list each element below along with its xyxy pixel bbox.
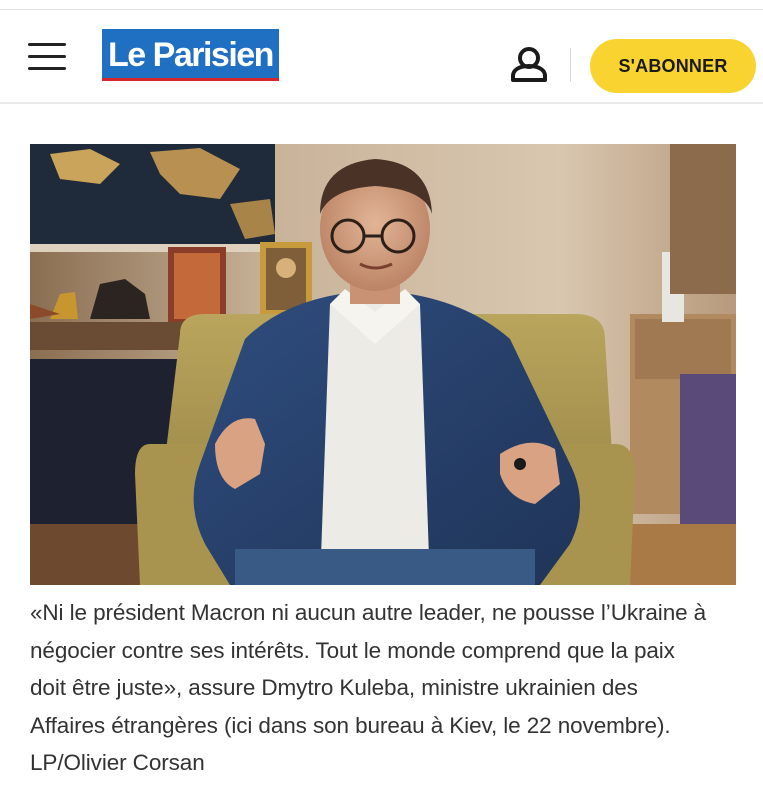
site-logo[interactable]: Le Parisien — [102, 29, 279, 81]
user-icon[interactable] — [508, 46, 550, 84]
menu-bar-line — [28, 67, 66, 70]
logo-text: Le Parisien — [108, 36, 274, 74]
caption-line: «Ni le président Macron ni aucun autre l… — [30, 600, 707, 625]
caption-line: doit être juste», assure Dmytro Kuleba, … — [30, 675, 638, 700]
article-page: Le Parisien S'ABONNER «Ni le président M… — [0, 0, 763, 800]
header-divider-line — [0, 102, 763, 104]
photo-caption: «Ni le président Macron ni aucun autre l… — [30, 594, 748, 782]
subscribe-button[interactable]: S'ABONNER — [590, 39, 756, 93]
menu-bar-line — [28, 55, 66, 58]
caption-line: négocier contre ses intérêts. Tout le mo… — [30, 637, 675, 663]
photo-credit: LP/Olivier Corsan — [30, 750, 205, 775]
site-header: Le Parisien S'ABONNER — [0, 10, 763, 102]
header-divider — [570, 48, 571, 82]
hamburger-menu-icon[interactable] — [28, 43, 68, 73]
logo-underline — [102, 78, 279, 81]
menu-bar-line — [28, 43, 66, 46]
article-photo — [30, 144, 736, 585]
caption-line: Affaires étrangères (ici dans son bureau… — [30, 712, 671, 738]
